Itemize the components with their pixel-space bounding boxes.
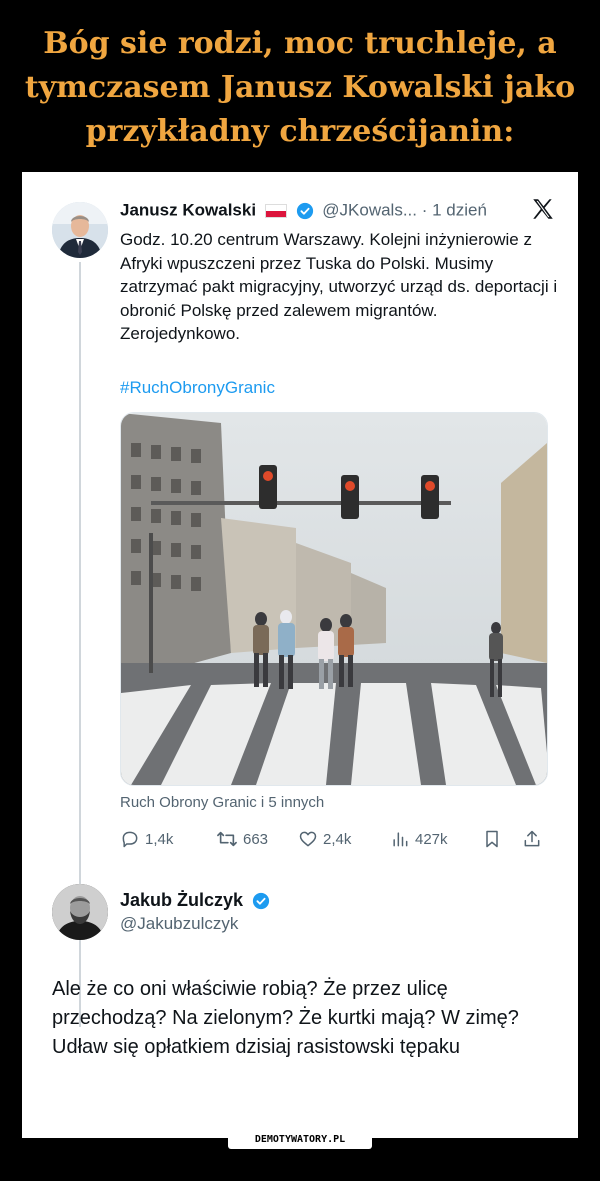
tweet1-photo[interactable] — [120, 412, 548, 786]
verified-badge-icon — [296, 202, 313, 219]
tweet2-handle[interactable]: @Jakubzulczyk — [120, 914, 238, 934]
tweet1-timestamp[interactable]: · 1 dzień — [422, 201, 487, 220]
verified-badge-icon — [252, 893, 270, 910]
flag-poland-icon — [264, 203, 287, 218]
like-button[interactable]: 2,4k — [298, 828, 351, 850]
tweet1-header: Janusz Kowalski @JKowals... · 1 dzień — [120, 200, 560, 224]
repost-count: 663 — [243, 830, 269, 848]
views-button[interactable]: 427k — [390, 828, 448, 850]
share-button[interactable] — [522, 828, 542, 850]
like-icon — [299, 831, 317, 847]
share-icon — [524, 830, 540, 847]
tweet1-from-accounts[interactable]: Ruch Obrony Granic i 5 innych — [120, 794, 324, 811]
repost-button[interactable]: 663 — [216, 828, 268, 850]
avatar-jakub-zulczyk[interactable] — [52, 884, 108, 940]
tweet2-author-name-text: Jakub Żulczyk — [120, 890, 244, 910]
tweet1-author-name[interactable]: Janusz Kowalski — [120, 201, 256, 220]
reply-count: 1,4k — [145, 830, 174, 848]
views-icon — [393, 832, 408, 847]
tweet1-actions: 1,4k 663 2,4k 427k — [120, 828, 560, 850]
tweet-card: Janusz Kowalski @JKowals... · 1 dzień Go… — [22, 172, 578, 1138]
avatar-janusz-kowalski[interactable] — [52, 202, 108, 258]
x-logo-icon — [533, 199, 553, 219]
like-count: 2,4k — [323, 830, 352, 848]
tweet2-text: Ale że co oni właściwie robią? Że przez … — [52, 978, 519, 1058]
tweet2-author-name[interactable]: Jakub Żulczyk — [120, 890, 274, 911]
bookmark-icon — [486, 830, 498, 848]
tweet1-text: Godz. 10.20 centrum Warszawy. Kolejni in… — [120, 230, 558, 343]
meme-title: Bóg sie rodzi, moc truchleje, a tymczase… — [24, 26, 576, 149]
reply-icon — [122, 831, 138, 848]
tweet1-hashtag[interactable]: #RuchObronyGranic — [120, 378, 275, 398]
tweet1-handle[interactable]: @JKowals... — [322, 201, 417, 220]
reply-button[interactable]: 1,4k — [120, 828, 173, 850]
views-count: 427k — [415, 830, 448, 848]
watermark: DEMOTYWATORY.PL — [228, 1131, 372, 1149]
bookmark-button[interactable] — [482, 828, 502, 850]
repost-icon — [217, 831, 237, 847]
